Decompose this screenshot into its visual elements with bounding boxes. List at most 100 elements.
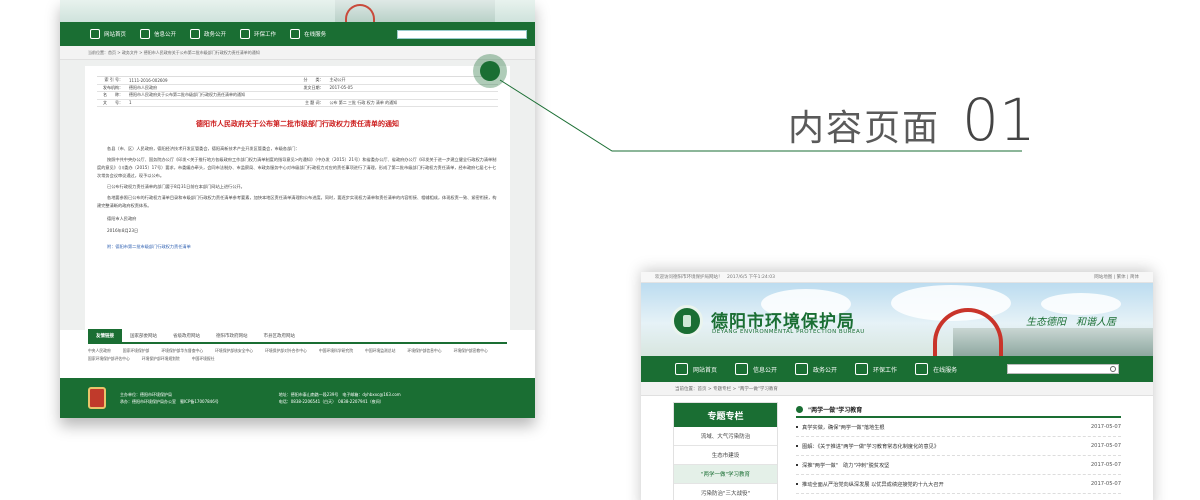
link-item[interactable]: 环境保护部核安全中心 bbox=[215, 348, 253, 354]
link-item[interactable]: 中国环境报社 bbox=[192, 356, 215, 362]
home-icon bbox=[675, 363, 688, 375]
nav-service[interactable]: 在线服务 bbox=[290, 29, 326, 39]
sign-date: 2016年8月23日 bbox=[107, 228, 139, 233]
link-item[interactable]: 环境保护部对外合作中心 bbox=[265, 348, 307, 354]
link-item[interactable]: 中央人民政府 bbox=[88, 348, 111, 354]
nav-label: 政务公开 bbox=[813, 366, 838, 374]
sidebar-item[interactable]: 流域、大气污染防治 bbox=[674, 427, 777, 446]
dot-icon bbox=[796, 483, 798, 485]
breadcrumb: 当前位置：首页 > 专题专栏 > "两学一做"学习教育 bbox=[641, 382, 1153, 396]
list-item[interactable]: 推动全面从严治党向纵深发展 以优异成绩迎接党的十九大召开 2017-05-07 bbox=[796, 475, 1121, 494]
sidebar-item-active[interactable]: "两学一做"学习教育 bbox=[674, 465, 777, 484]
cloud bbox=[1041, 293, 1121, 315]
list-item[interactable]: 深推"两学一做" 助力"冲刺"脱贫攻坚 2017-05-07 bbox=[796, 456, 1121, 475]
article-paragraph: 各县（市、区）人民政府，德阳经济技术开发区管委会，德阳高新技术产业开发区管委会，… bbox=[107, 146, 300, 151]
link-item[interactable]: 环境保护部信息中心 bbox=[407, 348, 441, 354]
nav-info[interactable]: 信息公开 bbox=[735, 363, 777, 375]
list-item-date: 2017-05-07 bbox=[1090, 462, 1121, 468]
nav-info[interactable]: 信息公开 bbox=[140, 29, 176, 39]
main-nav: 网站首页 信息公开 政务公开 环保工作 在线服务 bbox=[641, 356, 1153, 382]
list-item-title[interactable]: 图解：《关于推进"两学一做"学习教育常态化制度化的意见》 bbox=[802, 444, 939, 450]
search-input[interactable] bbox=[397, 29, 527, 39]
list-header: "两学一做"学习教育 bbox=[796, 402, 1121, 418]
sidebar-item[interactable]: 污染防治"三大战役" bbox=[674, 484, 777, 500]
nav-home[interactable]: 网站首页 bbox=[90, 29, 126, 39]
logo-emblem bbox=[683, 315, 691, 327]
article-title: 德阳市人民政府关于公布第二批市级部门行政权力责任清单的通知 bbox=[196, 120, 399, 128]
nav-env[interactable]: 环保工作 bbox=[240, 29, 276, 39]
tab-city[interactable]: 德阳市政府网站 bbox=[208, 329, 256, 343]
meta-key: 发布机构： bbox=[103, 84, 123, 90]
article-list: "两学一做"学习教育 真学实做，确保"两学一做"落地生根 2017-05-07 … bbox=[796, 402, 1121, 500]
list-item-date: 2017-05-07 bbox=[1090, 443, 1121, 449]
link-item[interactable]: 中国环境科学研究院 bbox=[319, 348, 353, 354]
tab-province[interactable]: 省级政府网站 bbox=[165, 329, 208, 343]
tab-ministries[interactable]: 国家部委网站 bbox=[122, 329, 165, 343]
sidebar-item[interactable]: 生态市建设 bbox=[674, 446, 777, 465]
monitor-icon bbox=[290, 29, 301, 39]
link-item[interactable]: 中国环境监测总站 bbox=[365, 348, 395, 354]
nav-label: 环保工作 bbox=[254, 32, 277, 38]
list-item-title-wrap: 真学实做，确保"两学一做"落地生根 bbox=[796, 424, 885, 431]
lightbulb-icon bbox=[240, 29, 251, 39]
nav-env[interactable]: 环保工作 bbox=[855, 363, 897, 375]
nav-service[interactable]: 在线服务 bbox=[915, 363, 957, 375]
article-paragraph: 各地要参照已公布的行政权力清单目录和市级部门行政权力责任清单参考要素，加快本地区… bbox=[97, 195, 497, 208]
list-item-title[interactable]: 真学实做，确保"两学一做"落地生根 bbox=[802, 425, 885, 431]
link-tabs: 友情链接 国家部委网站 省级政府网站 德阳市政府网站 市县区政府网站 bbox=[88, 329, 507, 344]
meta-value: 德阳市人民政府关于公布第二批市级部门行政权力责任清单的通知 bbox=[129, 92, 245, 98]
main-nav: 网站首页 信息公开 政务公开 环保工作 在线服务 bbox=[60, 22, 535, 46]
meta-key: 主 题 词： bbox=[304, 99, 324, 105]
list-item-title-wrap: 图解：《关于推进"两学一做"学习教育常态化制度化的意见》 bbox=[796, 443, 939, 450]
link-item[interactable]: 国家环境保护部 bbox=[123, 348, 150, 354]
meta-key: 发文日期： bbox=[303, 84, 324, 90]
article-paper: 索 引 号： 1111-2016-002609 分 类： 主动公开 发布机构： 德阳市… bbox=[85, 66, 510, 330]
list-item-title[interactable]: 推动全面从严治党向纵深发展 以优异成绩迎接党的十九大召开 bbox=[802, 482, 944, 488]
nav-gov[interactable]: 政务公开 bbox=[190, 29, 226, 39]
nav-label: 政务公开 bbox=[204, 32, 227, 38]
callout-title: 内容页面 01 bbox=[788, 86, 1036, 154]
building-icon bbox=[795, 363, 809, 375]
footer-col-left: 主办单位：德阳市环境保护局 承办：德阳市环境保护局办公室 蜀ICP备170078… bbox=[120, 391, 219, 405]
home-icon bbox=[90, 29, 100, 39]
meta-value: 1111-2016-002609 bbox=[129, 77, 168, 83]
list-item-title-wrap: 深推"两学一做" 助力"冲刺"脱贫攻坚 bbox=[796, 462, 889, 469]
bureau-logo-icon bbox=[671, 305, 703, 337]
footer-line: 地址：德阳市泰山南路一段239号 电子邮箱：dyhbxxc@163.com bbox=[278, 392, 401, 397]
dot-icon bbox=[796, 445, 798, 447]
meta-value: 公布 第二 三批 行政 权力 清单 的通知 bbox=[329, 99, 398, 105]
link-list: 中央人民政府 国家环境保护部 环境保护部华东督查中心 环境保护部核安全中心 环境… bbox=[88, 344, 507, 362]
welcome-text: 欢迎访问德阳市环境保护局网站！ 2017/6/5 下午1:24:03 bbox=[655, 275, 775, 280]
link-item[interactable]: 环境保护部环境规划院 bbox=[142, 356, 180, 362]
nav-label: 在线服务 bbox=[933, 366, 958, 374]
meta-value: 德阳市人民政府 bbox=[129, 84, 157, 90]
site-banner bbox=[60, 0, 535, 22]
list-item-title[interactable]: 深推"两学一做" 助力"冲刺"脱贫攻坚 bbox=[802, 463, 889, 469]
lightbulb-icon bbox=[855, 363, 869, 375]
meta-value: 2017-05-05 bbox=[329, 85, 353, 91]
article-page-screenshot: 网站首页 信息公开 政务公开 环保工作 在线服务 当前位置：首页 > 政务文件 … bbox=[60, 0, 535, 418]
top-bar: 欢迎访问德阳市环境保护局网站！ 2017/6/5 下午1:24:03 网站地图 … bbox=[641, 272, 1153, 283]
attachment-link[interactable]: 附：德阳市第二批市级部门行政权力责任清单 bbox=[107, 244, 498, 250]
callout-marker-dot bbox=[480, 61, 500, 81]
site-slogan: 生态德阳 和谐人居 bbox=[1026, 317, 1116, 328]
list-item[interactable]: 图解：《关于推进"两学一做"学习教育常态化制度化的意见》 2017-05-07 bbox=[796, 437, 1121, 456]
link-item[interactable]: 国家环境保护部评估中心 bbox=[88, 356, 130, 362]
top-links[interactable]: 网站地图 | 繁体 | 简体 bbox=[1094, 274, 1139, 280]
list-item[interactable]: 真学实做，确保"两学一做"落地生根 2017-05-07 bbox=[796, 418, 1121, 437]
callout-heading: 内容页面 bbox=[788, 108, 941, 149]
dot-icon bbox=[796, 426, 798, 428]
search-icon[interactable] bbox=[1110, 366, 1116, 372]
meta-cell: 名 称： 德阳市人民政府关于公布第二批市级部门行政权力责任清单的通知 bbox=[97, 92, 498, 100]
breadcrumb: 当前位置：首页 > 政务文件 > 德阳市人民政府关于公布第二批市级部门行政权力责… bbox=[60, 46, 535, 60]
link-item[interactable]: 环境保护部华东督查中心 bbox=[161, 348, 203, 354]
tab-county[interactable]: 市县区政府网站 bbox=[256, 329, 304, 343]
link-item[interactable]: 环境保护部宣教中心 bbox=[454, 348, 488, 354]
nav-home[interactable]: 网站首页 bbox=[675, 363, 717, 375]
search-input[interactable] bbox=[1007, 364, 1119, 374]
nav-gov[interactable]: 政务公开 bbox=[795, 363, 837, 375]
design-showcase: 网站首页 信息公开 政务公开 环保工作 在线服务 当前位置：首页 > 政务文件 … bbox=[0, 0, 1200, 500]
meta-value: 主动公开 bbox=[329, 77, 346, 83]
monitor-icon bbox=[915, 363, 929, 375]
tab-friend-links[interactable]: 友情链接 bbox=[88, 329, 122, 343]
